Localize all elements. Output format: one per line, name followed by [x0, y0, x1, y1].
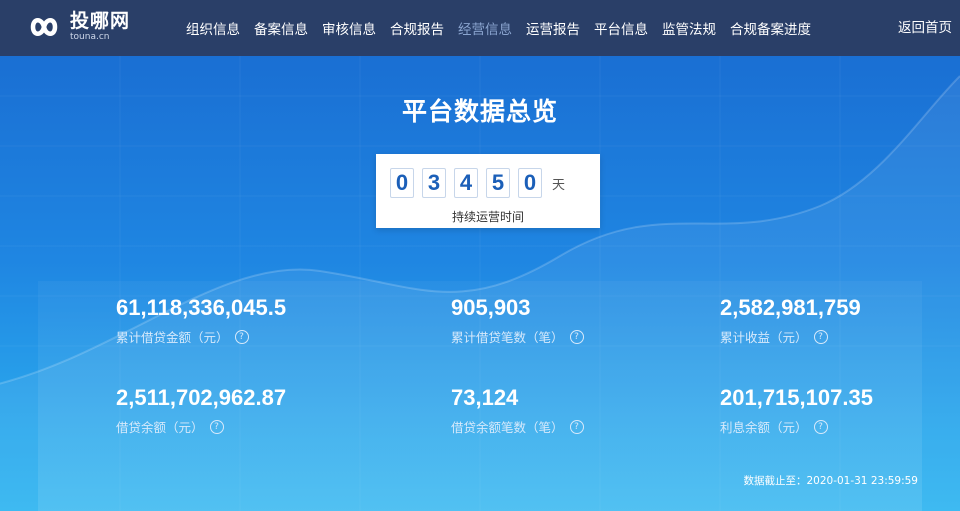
nav-item-filing-info[interactable]: 备案信息 — [254, 18, 308, 38]
nav-item-operation-report[interactable]: 运营报告 — [526, 18, 580, 38]
help-icon[interactable]: ? — [569, 419, 584, 434]
nav-item-audit-info[interactable]: 审核信息 — [322, 18, 376, 38]
back-home-link[interactable]: 返回首页 — [898, 0, 952, 56]
stat-value: 905,903 — [451, 295, 531, 320]
operation-days-counter: 0 3 4 5 0 天 持续运营时间 — [376, 154, 600, 228]
main-nav: 组织信息 备案信息 审核信息 合规报告 经营信息 运营报告 平台信息 监管法规 … — [186, 0, 825, 56]
stat-value: 201,715,107.35 — [720, 385, 873, 410]
infinity-logo-icon — [30, 18, 58, 36]
help-icon[interactable]: ? — [569, 329, 584, 344]
help-icon[interactable]: ? — [234, 329, 249, 344]
nav-item-business-info[interactable]: 经营信息 — [458, 18, 512, 38]
counter-label: 持续运营时间 — [451, 210, 524, 224]
top-navigation-bar: 投哪网 touna.cn 组织信息 备案信息 审核信息 合规报告 经营信息 运营… — [0, 0, 960, 56]
nav-item-regulations[interactable]: 监管法规 — [662, 18, 716, 38]
nav-item-platform-info[interactable]: 平台信息 — [594, 18, 648, 38]
counter-digit: 0 — [390, 168, 414, 198]
stat-total-loan-count: 905,903 累计借贷笔数（笔）? — [451, 295, 584, 346]
stat-label: 利息余额（元） — [720, 420, 808, 435]
counter-digit: 4 — [454, 168, 478, 198]
site-logo[interactable]: 投哪网 touna.cn — [22, 10, 130, 44]
stat-loan-balance: 2,511,702,962.87 借贷余额（元）? — [116, 385, 286, 436]
stat-label: 累计借贷金额（元） — [116, 330, 229, 345]
nav-item-compliance-report[interactable]: 合规报告 — [390, 18, 444, 38]
nav-item-organization-info[interactable]: 组织信息 — [186, 18, 240, 38]
help-icon[interactable]: ? — [209, 419, 224, 434]
logo-name: 投哪网 — [70, 10, 131, 32]
counter-digit: 0 — [518, 168, 542, 198]
stat-loan-balance-count: 73,124 借贷余额笔数（笔）? — [451, 385, 584, 436]
stat-label: 借贷余额（元） — [116, 420, 204, 435]
stat-value: 61,118,336,045.5 — [116, 295, 287, 320]
stat-total-earnings: 2,582,981,759 累计收益（元）? — [720, 295, 861, 346]
stat-value: 73,124 — [451, 385, 519, 410]
counter-digit: 5 — [486, 168, 510, 198]
help-icon[interactable]: ? — [813, 329, 828, 344]
stat-interest-balance: 201,715,107.35 利息余额（元）? — [720, 385, 873, 436]
counter-digit: 3 — [422, 168, 446, 198]
nav-item-filing-progress[interactable]: 合规备案进度 — [730, 18, 811, 38]
stat-label: 累计借贷笔数（笔） — [451, 330, 564, 345]
counter-unit: 天 — [552, 177, 566, 193]
stat-total-loan-amount: 61,118,336,045.5 累计借贷金额（元）? — [116, 295, 286, 346]
help-icon[interactable]: ? — [813, 419, 828, 434]
stat-label: 累计收益（元） — [720, 330, 808, 345]
stat-value: 2,511,702,962.87 — [116, 385, 287, 410]
page-title: 平台数据总览 — [401, 97, 558, 126]
logo-domain: touna.cn — [70, 32, 110, 42]
stat-label: 借贷余额笔数（笔） — [451, 420, 564, 435]
stat-value: 2,582,981,759 — [720, 295, 861, 320]
data-cutoff-time: 数据截止至：2020-01-31 23:59:59 — [743, 475, 918, 487]
